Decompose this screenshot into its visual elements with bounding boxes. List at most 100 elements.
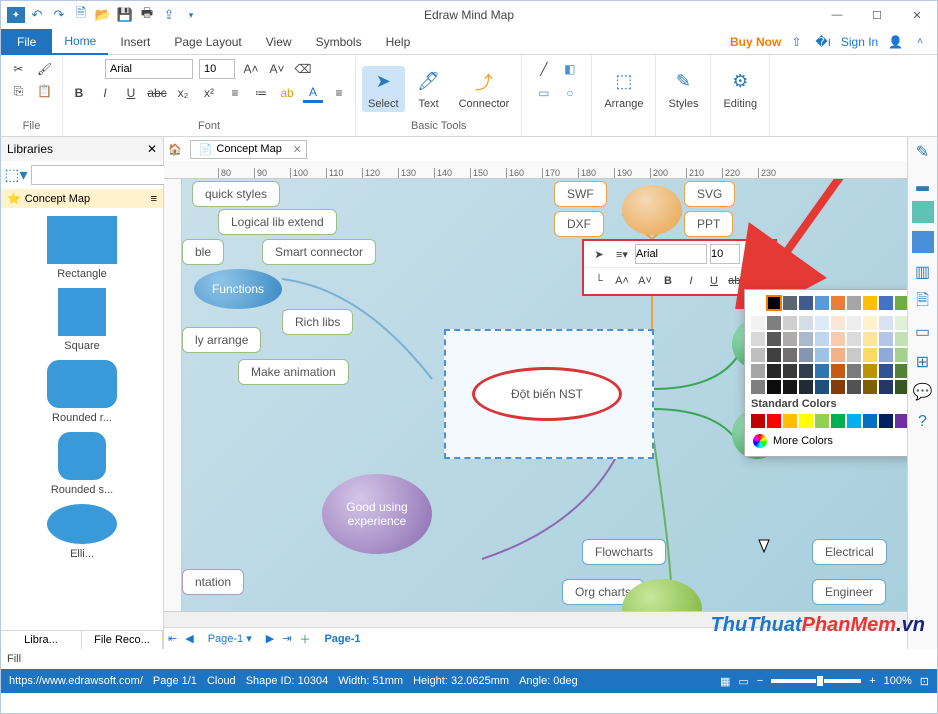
color-swatch[interactable]: [815, 296, 829, 310]
shape-rectangle[interactable]: Rectangle: [9, 216, 155, 280]
styles-button[interactable]: ✎Styles: [662, 66, 704, 112]
open-icon[interactable]: 📂: [93, 5, 113, 25]
color-swatch[interactable]: [751, 332, 765, 346]
color-swatch[interactable]: [751, 348, 765, 362]
color-swatch[interactable]: [847, 316, 861, 330]
color-swatch[interactable]: [783, 296, 797, 310]
color-swatch[interactable]: [863, 332, 877, 346]
strike-icon[interactable]: abc: [147, 83, 167, 103]
color-swatch[interactable]: [783, 348, 797, 362]
save-icon[interactable]: 💾: [115, 5, 135, 25]
redo-icon[interactable]: ↷: [49, 5, 69, 25]
node-rich-libs[interactable]: Rich libs: [282, 309, 353, 335]
page-first-icon[interactable]: ⇤: [164, 632, 181, 645]
minimize-button[interactable]: —: [817, 1, 857, 29]
new-icon[interactable]: 🗎: [71, 5, 91, 25]
node-ntation[interactable]: ntation: [182, 569, 244, 595]
color-swatch[interactable]: [847, 348, 861, 362]
color-swatch[interactable]: [863, 364, 877, 378]
color-swatch[interactable]: [751, 296, 765, 310]
line-spacing-icon[interactable]: ≡: [225, 83, 245, 103]
copy-icon[interactable]: ⎘: [9, 81, 29, 101]
node-functions[interactable]: Functions: [194, 269, 282, 309]
paste-icon[interactable]: 📋: [35, 81, 55, 101]
lib-menu-icon[interactable]: ≡: [151, 193, 157, 205]
node-svg[interactable]: SVG: [684, 181, 735, 207]
color-swatch[interactable]: [895, 364, 907, 378]
close-button[interactable]: ✕: [897, 1, 937, 29]
fit-page-icon[interactable]: ⊡: [920, 675, 929, 688]
node-electrical[interactable]: Electrical: [812, 539, 887, 565]
mini-connector-icon[interactable]: └: [589, 271, 609, 291]
collapse-ribbon-icon[interactable]: ˄: [913, 36, 927, 47]
lib-menu-icon[interactable]: ⬚▾: [5, 165, 27, 185]
color-swatch[interactable]: [895, 414, 907, 428]
color-swatch[interactable]: [767, 348, 781, 362]
underline-icon[interactable]: U: [121, 83, 141, 103]
color-swatch[interactable]: [879, 380, 893, 394]
mini-size-combo[interactable]: [710, 244, 740, 264]
color-swatch[interactable]: [831, 316, 845, 330]
node-ly-arrange[interactable]: ly arrange: [182, 327, 261, 353]
status-url[interactable]: https://www.edrawsoft.com/: [9, 675, 143, 687]
lib-tab-file-recovery[interactable]: File Reco...: [82, 631, 163, 649]
color-swatch[interactable]: [831, 364, 845, 378]
node-quick-styles[interactable]: quick styles: [192, 181, 280, 207]
color-swatch[interactable]: [895, 316, 907, 330]
color-swatch[interactable]: [879, 364, 893, 378]
color-swatch[interactable]: [879, 414, 893, 428]
tool-pencil-icon[interactable]: ✎: [912, 141, 934, 163]
tab-view[interactable]: View: [254, 29, 304, 55]
increase-font-icon[interactable]: A˄: [241, 59, 261, 79]
color-swatch[interactable]: [895, 380, 907, 394]
superscript-icon[interactable]: x²: [199, 83, 219, 103]
shape-rounded-rect[interactable]: Rounded r...: [9, 360, 155, 424]
cloud-icon[interactable]: ⇧: [787, 35, 805, 49]
color-swatch[interactable]: [863, 348, 877, 362]
node-ppt[interactable]: PPT: [684, 211, 733, 237]
font-color-icon[interactable]: A: [303, 83, 323, 103]
color-swatch[interactable]: [799, 332, 813, 346]
color-swatch[interactable]: [879, 296, 893, 310]
view-full-icon[interactable]: ▭: [738, 675, 748, 688]
color-swatch[interactable]: [847, 296, 861, 310]
color-swatch[interactable]: [863, 414, 877, 428]
color-swatch[interactable]: [895, 332, 907, 346]
more-colors-button[interactable]: More Colors: [751, 428, 907, 450]
color-swatch[interactable]: [863, 380, 877, 394]
line-icon[interactable]: ╱: [534, 59, 554, 79]
view-normal-icon[interactable]: ▦: [720, 675, 730, 688]
color-swatch[interactable]: [879, 348, 893, 362]
lib-tab-libraries[interactable]: Libra...: [1, 631, 82, 649]
color-swatch[interactable]: [847, 380, 861, 394]
mini-underline-icon[interactable]: U: [704, 271, 724, 291]
color-swatch[interactable]: [831, 296, 845, 310]
tab-symbols[interactable]: Symbols: [304, 29, 374, 55]
tab-help[interactable]: Help: [374, 29, 423, 55]
mini-dec-font-icon[interactable]: A˅: [635, 271, 655, 291]
node-engineer[interactable]: Engineer: [812, 579, 886, 605]
color-swatch[interactable]: [783, 316, 797, 330]
color-swatch[interactable]: [879, 332, 893, 346]
color-swatch[interactable]: [767, 364, 781, 378]
editing-button[interactable]: ⚙Editing: [717, 66, 763, 112]
zoom-slider[interactable]: [771, 679, 861, 683]
cut-icon[interactable]: ✂: [9, 59, 29, 79]
bold-icon[interactable]: B: [69, 83, 89, 103]
tool-comment-icon[interactable]: 💬: [912, 381, 934, 403]
color-swatch[interactable]: [799, 380, 813, 394]
mini-font-color-icon[interactable]: A▾: [750, 271, 770, 291]
node-center[interactable]: Đột biến NST: [472, 367, 622, 421]
mini-pointer-icon[interactable]: ➤: [589, 244, 609, 264]
color-swatch[interactable]: [815, 414, 829, 428]
node-smart-connector[interactable]: Smart connector: [262, 239, 376, 265]
color-swatch[interactable]: [783, 332, 797, 346]
mini-bold-icon[interactable]: B: [658, 271, 678, 291]
color-swatch[interactable]: [767, 332, 781, 346]
color-swatch[interactable]: [815, 332, 829, 346]
node-swf[interactable]: SWF: [554, 181, 607, 207]
align-icon[interactable]: ≡: [329, 83, 349, 103]
share-icon[interactable]: �ו: [811, 35, 834, 49]
color-swatch[interactable]: [847, 414, 861, 428]
color-swatch[interactable]: [847, 332, 861, 346]
